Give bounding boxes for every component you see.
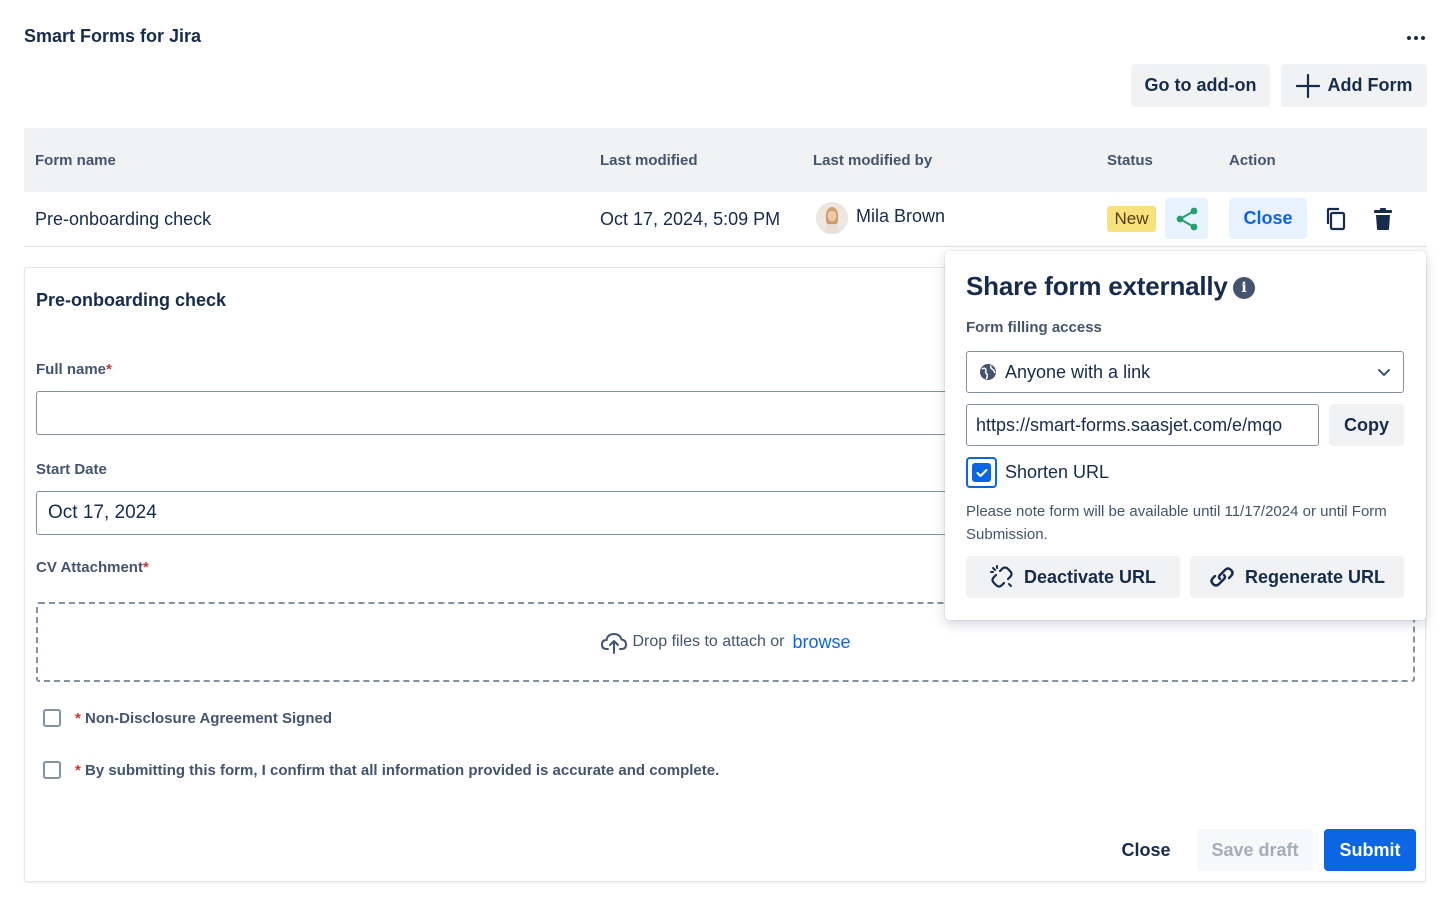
shorten-url-checkbox[interactable]	[966, 457, 997, 488]
form-filling-access-label: Form filling access	[966, 319, 1102, 336]
column-header-form-name[interactable]: Form name	[35, 152, 116, 169]
required-mark: *	[75, 761, 81, 779]
table-row[interactable]: Pre-onboarding check Oct 17, 2024, 5:09 …	[24, 192, 1427, 247]
nda-label-text: Non-Disclosure Agreement Signed	[85, 709, 333, 727]
column-header-status[interactable]: Status	[1107, 152, 1153, 169]
chevron-down-icon	[1378, 368, 1390, 376]
add-form-label: Add Form	[1327, 75, 1413, 95]
trash-icon[interactable]	[1369, 205, 1397, 233]
start-date-label: Start Date	[36, 461, 107, 478]
avatar	[816, 202, 848, 234]
more-options-button[interactable]	[1400, 24, 1432, 52]
access-select[interactable]: Anyone with a link	[966, 351, 1404, 393]
check-icon	[976, 468, 987, 477]
popup-title: Share form externally	[966, 271, 1228, 301]
info-icon[interactable]: i	[1233, 277, 1255, 299]
copy-url-button[interactable]: Copy	[1329, 404, 1404, 446]
nda-checkbox-label: * Non-Disclosure Agreement Signed	[75, 710, 332, 727]
confirm-label-text: By submitting this form, I confirm that …	[85, 761, 720, 779]
nda-checkbox[interactable]	[43, 709, 61, 727]
availability-note: Please note form will be available until…	[966, 503, 1387, 543]
required-mark: *	[106, 361, 112, 378]
required-mark: *	[142, 559, 149, 576]
checkbox-checked-fill	[972, 463, 991, 482]
shorten-url-label: Shorten URL	[1005, 462, 1110, 482]
full-name-label: Full name*	[36, 361, 112, 378]
share-form-popup: Share form externally i Form filling acc…	[945, 251, 1426, 620]
last-modified-cell: Oct 17, 2024, 5:09 PM	[600, 209, 781, 229]
close-form-button[interactable]: Close	[1229, 198, 1307, 239]
share-icon	[1176, 207, 1197, 230]
column-header-last-modified[interactable]: Last modified	[600, 152, 698, 169]
globe-icon	[980, 364, 996, 380]
form-name-cell[interactable]: Pre-onboarding check	[35, 209, 211, 230]
column-header-action: Action	[1229, 152, 1276, 169]
cv-attachment-label: CV Attachment*	[36, 559, 149, 576]
deactivate-url-label: Deactivate URL	[1023, 566, 1157, 587]
duplicate-icon[interactable]	[1322, 205, 1350, 233]
more-horizontal-icon	[1407, 36, 1425, 40]
forms-table-header: Form name Last modified Last modified by…	[24, 128, 1427, 192]
access-select-value: Anyone with a link	[1005, 361, 1151, 382]
form-close-button[interactable]: Close	[1107, 829, 1185, 871]
confirm-checkbox-row[interactable]: * By submitting this form, I confirm tha…	[43, 761, 719, 779]
status-badge: New	[1107, 206, 1156, 232]
save-draft-button[interactable]: Save draft	[1197, 829, 1313, 871]
form-title: Pre-onboarding check	[36, 290, 227, 310]
add-form-button[interactable]: Add Form	[1281, 64, 1427, 107]
cv-attachment-label-text: CV Attachment	[36, 559, 143, 576]
link-icon	[1210, 567, 1234, 587]
last-modified-by-cell: Mila Brown	[856, 206, 946, 226]
share-externally-button[interactable]	[1165, 198, 1208, 239]
confirm-checkbox[interactable]	[43, 761, 61, 779]
confirm-checkbox-label: * By submitting this form, I confirm tha…	[75, 762, 719, 779]
regenerate-url-button[interactable]: Regenerate URL	[1190, 556, 1404, 598]
go-to-addon-button[interactable]: Go to add-on	[1131, 64, 1270, 107]
browse-link[interactable]: browse	[793, 632, 851, 653]
cloud-upload-icon	[601, 632, 628, 654]
share-url-input[interactable]	[966, 404, 1319, 446]
nda-checkbox-row[interactable]: * Non-Disclosure Agreement Signed	[43, 709, 332, 727]
shorten-url-row[interactable]: Shorten URL	[966, 457, 1109, 488]
required-mark: *	[75, 709, 81, 727]
submit-button[interactable]: Submit	[1324, 829, 1416, 871]
plus-icon	[1295, 73, 1320, 98]
unlink-icon	[989, 565, 1013, 588]
full-name-label-text: Full name	[36, 361, 107, 378]
app-title: Smart Forms for Jira	[24, 26, 202, 46]
column-header-last-modified-by[interactable]: Last modified by	[813, 152, 932, 169]
dropzone-text: Drop files to attach or	[632, 633, 785, 650]
deactivate-url-button[interactable]: Deactivate URL	[966, 556, 1180, 598]
regenerate-url-label: Regenerate URL	[1244, 566, 1386, 587]
